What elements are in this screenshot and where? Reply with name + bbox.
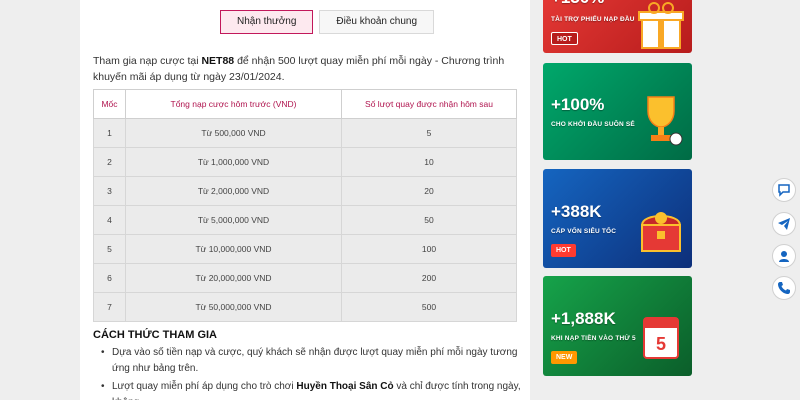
banner-amount: +388K xyxy=(551,202,602,221)
banner-amount: +100% xyxy=(551,95,605,114)
level-cell: 3 xyxy=(93,176,126,206)
table-row: 3 Từ 2,000,000 VND 20 xyxy=(93,176,517,206)
level-cell: 1 xyxy=(93,118,126,148)
level-cell: 7 xyxy=(93,292,126,322)
svg-text:5: 5 xyxy=(656,334,666,354)
promo-banner-first-deposit[interactable]: +150% TÀI TRỢ PHIẾU NẠP ĐẦU HOT xyxy=(543,0,692,53)
banner-subtitle: CẤP VỐN SIÊU TỐC xyxy=(551,228,617,235)
column-header-deposit: Tổng nạp cược hôm trước (VND) xyxy=(125,89,342,119)
column-header-level: Mốc xyxy=(93,89,126,119)
support-button[interactable] xyxy=(772,244,796,268)
level-cell: 2 xyxy=(93,147,126,177)
promo-banner-fast-funding[interactable]: +388K CẤP VỐN SIÊU TỐC HOT xyxy=(543,169,692,268)
support-icon xyxy=(779,251,789,262)
how-to-list: Dựa vào số tiền nạp và cược, quý khách s… xyxy=(93,345,523,400)
hot-badge: HOT xyxy=(551,244,576,257)
deposit-cell: Từ 1,000,000 VND xyxy=(125,147,342,177)
banner-subtitle: TÀI TRỢ PHIẾU NẠP ĐẦU xyxy=(551,16,635,23)
table-row: 7 Từ 50,000,000 VND 500 xyxy=(93,292,517,322)
deposit-cell: Từ 10,000,000 VND xyxy=(125,234,342,264)
how-to-title: CÁCH THỨC THAM GIA xyxy=(93,329,218,341)
list-item: Lượt quay miễn phí áp dụng cho trò chơi … xyxy=(101,379,523,400)
spins-cell: 5 xyxy=(341,118,517,148)
game-name: Huyền Thoại Sân Cỏ xyxy=(296,381,394,392)
level-cell: 4 xyxy=(93,205,126,235)
calendar-icon: 5 xyxy=(643,317,679,359)
item2-prefix: Lượt quay miễn phí áp dụng cho trò chơi xyxy=(112,381,297,392)
gift-box-icon xyxy=(638,2,684,49)
intro-prefix: Tham gia nạp cược tại xyxy=(93,55,202,67)
promo-banner-thursday[interactable]: +1,888K KHI NẠP TIỀN VÀO THỨ 5 NEW 5 xyxy=(543,276,692,376)
deposit-cell: Từ 500,000 VND xyxy=(125,118,342,148)
banner-subtitle: CHO KHỞI ĐẦU SUÔN SẺ xyxy=(551,121,635,128)
spins-cell: 200 xyxy=(341,263,517,293)
treasure-chest-icon xyxy=(640,212,682,252)
deposit-cell: Từ 50,000,000 VND xyxy=(125,292,342,322)
table-row: 4 Từ 5,000,000 VND 50 xyxy=(93,205,517,235)
promo-tabs: Nhận thưởng Điều khoản chung xyxy=(220,10,435,34)
hot-badge: HOT xyxy=(551,32,578,45)
new-badge: NEW xyxy=(551,351,578,364)
column-header-spins: Số lượt quay được nhận hôm sau xyxy=(341,89,517,119)
brand-name: NET88 xyxy=(201,55,235,67)
reward-table: Mốc Tổng nạp cược hôm trước (VND) Số lượ… xyxy=(93,89,517,322)
telegram-button[interactable] xyxy=(772,212,796,236)
table-row: 5 Từ 10,000,000 VND 100 xyxy=(93,234,517,264)
promo-banner-welcome[interactable]: +100% CHO KHỞI ĐẦU SUÔN SẺ xyxy=(543,63,692,160)
spins-cell: 500 xyxy=(341,292,517,322)
promo-intro: Tham gia nạp cược tại NET88 để nhận 500 … xyxy=(93,53,523,85)
chat-icon xyxy=(778,184,790,197)
deposit-cell: Từ 5,000,000 VND xyxy=(125,205,342,235)
phone-icon xyxy=(778,282,790,294)
spins-cell: 100 xyxy=(341,234,517,264)
table-row: 6 Từ 20,000,000 VND 200 xyxy=(93,263,517,293)
table-row: 2 Từ 1,000,000 VND 10 xyxy=(93,147,517,177)
banner-amount: +150% xyxy=(551,0,604,8)
table-header-row: Mốc Tổng nạp cược hôm trước (VND) Số lượ… xyxy=(93,89,517,119)
tab-rewards[interactable]: Nhận thưởng xyxy=(220,10,314,34)
spins-cell: 50 xyxy=(341,205,517,235)
chat-button[interactable] xyxy=(772,178,796,202)
banner-amount: +1,888K xyxy=(551,309,616,328)
phone-button[interactable] xyxy=(772,276,796,300)
table-row: 1 Từ 500,000 VND 5 xyxy=(93,118,517,148)
tab-terms[interactable]: Điều khoản chung xyxy=(319,10,435,34)
trophy-icon xyxy=(647,96,683,146)
level-cell: 5 xyxy=(93,234,126,264)
spins-cell: 10 xyxy=(341,147,517,177)
telegram-icon xyxy=(778,218,790,230)
level-cell: 6 xyxy=(93,263,126,293)
banner-subtitle: KHI NẠP TIỀN VÀO THỨ 5 xyxy=(551,335,636,342)
deposit-cell: Từ 2,000,000 VND xyxy=(125,176,342,206)
list-item: Dựa vào số tiền nạp và cược, quý khách s… xyxy=(101,345,523,377)
deposit-cell: Từ 20,000,000 VND xyxy=(125,263,342,293)
how-to-participate: CÁCH THỨC THAM GIA Dựa vào số tiền nạp v… xyxy=(93,329,523,400)
spins-cell: 20 xyxy=(341,176,517,206)
promo-content: Nhận thưởng Điều khoản chung Tham gia nạ… xyxy=(80,0,530,400)
